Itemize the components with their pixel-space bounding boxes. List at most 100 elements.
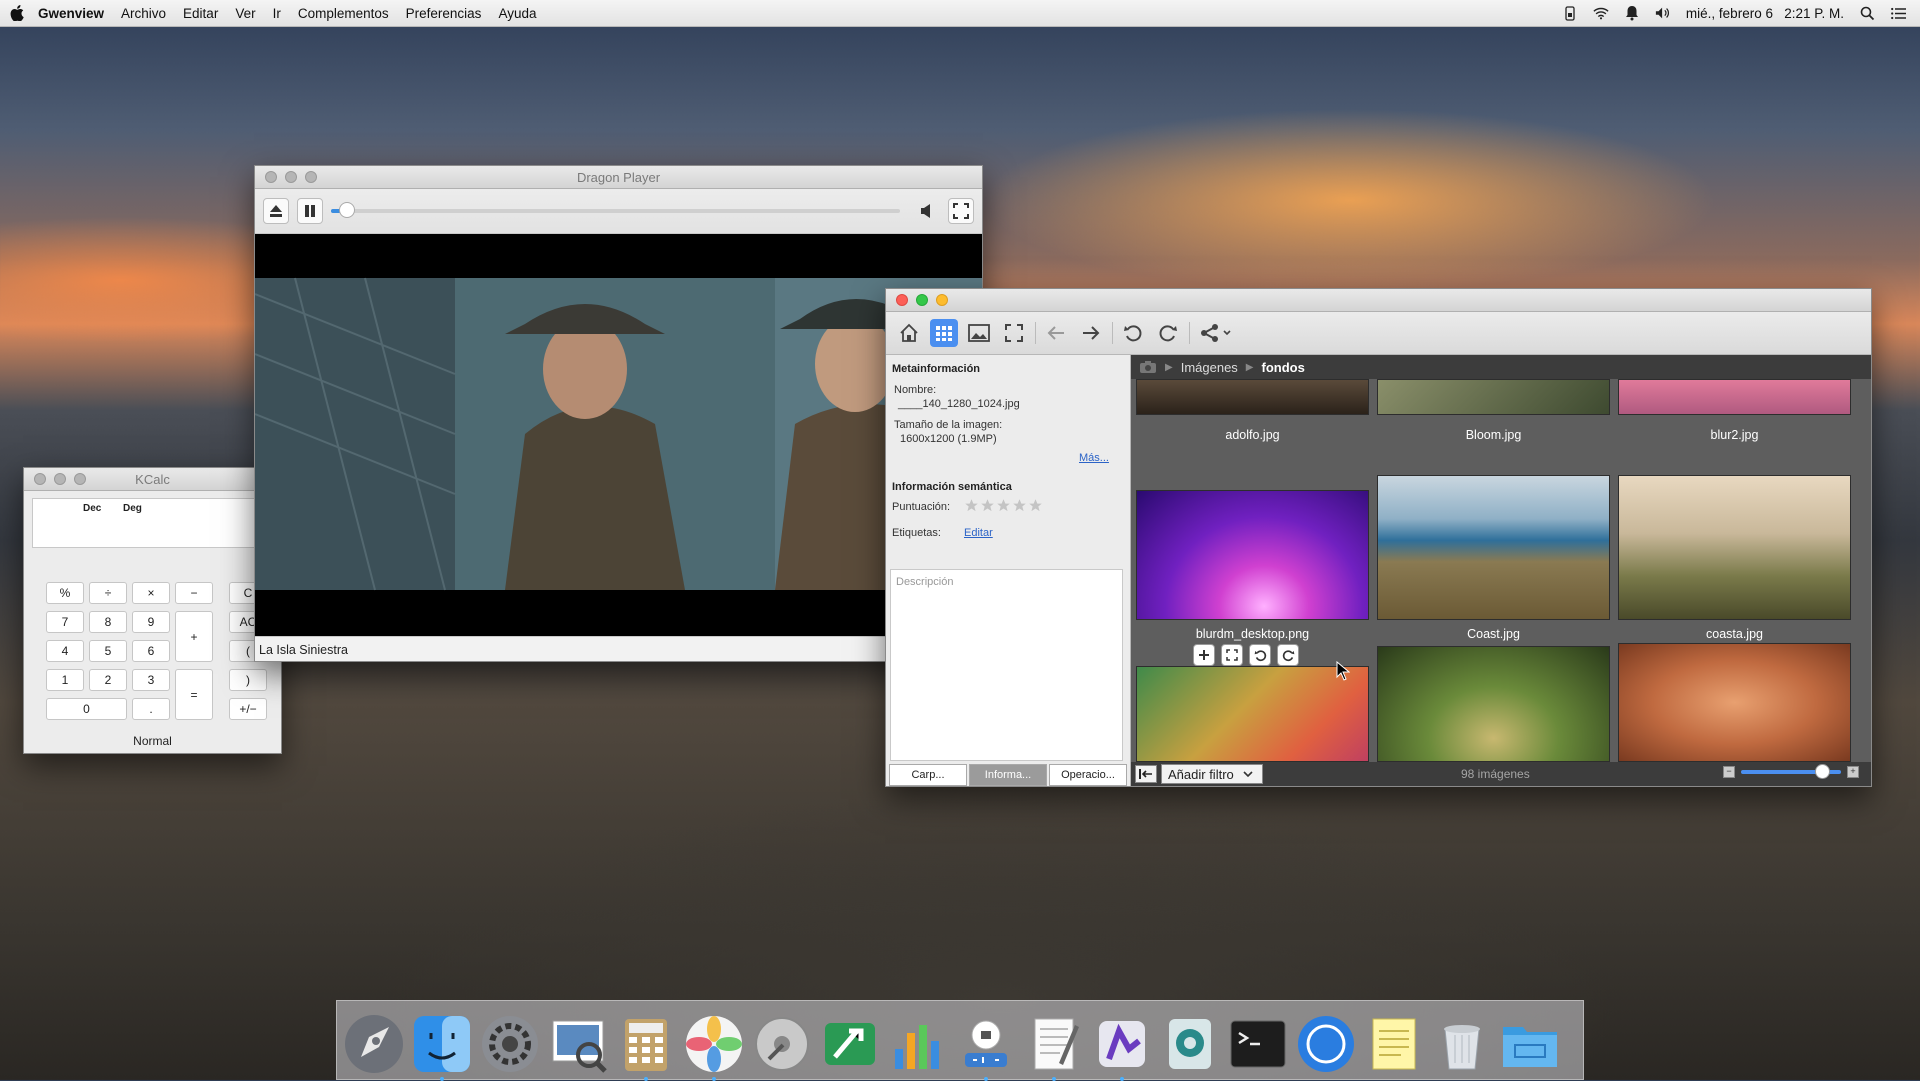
description-field[interactable]: Descripción bbox=[890, 569, 1123, 761]
calculator-icon[interactable] bbox=[615, 1013, 677, 1075]
dragon-titlebar[interactable]: Dragon Player bbox=[255, 166, 982, 189]
more-link[interactable]: Más... bbox=[1079, 452, 1109, 464]
zoom-button[interactable] bbox=[305, 171, 317, 183]
digit-9-button[interactable]: 9 bbox=[132, 611, 170, 633]
digit-4-button[interactable]: 4 bbox=[46, 640, 84, 662]
fullscreen-button[interactable] bbox=[948, 198, 974, 224]
eject-button[interactable] bbox=[263, 198, 289, 224]
finder-icon[interactable] bbox=[411, 1013, 473, 1075]
percent-button[interactable]: % bbox=[46, 582, 84, 604]
rating-stars[interactable] bbox=[964, 498, 1043, 513]
close-button[interactable] bbox=[34, 473, 46, 485]
disk-utility-icon[interactable] bbox=[751, 1013, 813, 1075]
star-icon[interactable] bbox=[980, 498, 995, 513]
video-frame[interactable] bbox=[255, 234, 982, 636]
gwenview-titlebar[interactable] bbox=[886, 289, 1871, 312]
notification-bell-icon[interactable] bbox=[1624, 5, 1640, 21]
rotate-right-thumb-button[interactable] bbox=[1277, 644, 1299, 666]
tab-folders[interactable]: Carp... bbox=[889, 764, 967, 786]
menu-editar[interactable]: Editar bbox=[183, 6, 218, 21]
minimize-button[interactable] bbox=[285, 171, 297, 183]
launchpad-icon[interactable] bbox=[343, 1013, 405, 1075]
star-icon[interactable] bbox=[964, 498, 979, 513]
camera-icon[interactable] bbox=[1139, 360, 1157, 374]
minimize-button[interactable] bbox=[54, 473, 66, 485]
menu-ver[interactable]: Ver bbox=[235, 6, 255, 21]
zoom-button[interactable] bbox=[916, 294, 928, 306]
seek-slider[interactable] bbox=[331, 202, 900, 218]
preview-icon[interactable] bbox=[547, 1013, 609, 1075]
volume-icon[interactable] bbox=[1655, 5, 1671, 21]
digit-5-button[interactable]: 5 bbox=[89, 640, 127, 662]
apple-icon[interactable] bbox=[10, 5, 24, 21]
thumbnail-gradient[interactable] bbox=[1136, 666, 1369, 762]
clock[interactable]: mié., febrero 6 2:21 P. M. bbox=[1686, 6, 1844, 21]
photos-icon[interactable] bbox=[683, 1013, 745, 1075]
folder-icon[interactable] bbox=[1499, 1013, 1561, 1075]
breadcrumb-item[interactable]: Imágenes bbox=[1181, 360, 1238, 375]
sign-toggle-button[interactable]: +/− bbox=[229, 698, 267, 720]
menu-preferencias[interactable]: Preferencias bbox=[406, 6, 482, 21]
rotate-right-button[interactable] bbox=[1154, 319, 1182, 347]
zoom-in-icon[interactable]: + bbox=[1847, 766, 1859, 778]
pause-button[interactable] bbox=[297, 198, 323, 224]
menu-ir[interactable]: Ir bbox=[273, 6, 281, 21]
menu-ayuda[interactable]: Ayuda bbox=[498, 6, 536, 21]
thumbnail-coasta[interactable] bbox=[1618, 475, 1851, 620]
menu-app-name[interactable]: Gwenview bbox=[38, 6, 104, 21]
toggle-sidebar-button[interactable] bbox=[1135, 765, 1157, 783]
breadcrumb-item-current[interactable]: fondos bbox=[1262, 360, 1305, 375]
notes-icon[interactable] bbox=[1363, 1013, 1425, 1075]
multiply-button[interactable]: × bbox=[132, 582, 170, 604]
rotate-left-button[interactable] bbox=[1119, 319, 1147, 347]
zoom-out-icon[interactable]: − bbox=[1723, 766, 1735, 778]
equals-button[interactable]: = bbox=[175, 669, 213, 720]
zoom-button[interactable] bbox=[74, 473, 86, 485]
thumbnail-adolfo[interactable] bbox=[1136, 379, 1369, 415]
plus-button[interactable]: + bbox=[175, 611, 213, 662]
thumbnail-bloom[interactable] bbox=[1377, 379, 1610, 415]
decimal-button[interactable]: . bbox=[132, 698, 170, 720]
digit-2-button[interactable]: 2 bbox=[89, 669, 127, 691]
select-button[interactable] bbox=[1193, 644, 1215, 666]
numbers-icon[interactable] bbox=[887, 1013, 949, 1075]
mute-button[interactable] bbox=[914, 198, 940, 224]
divide-button[interactable]: ÷ bbox=[89, 582, 127, 604]
tab-information[interactable]: Informa... bbox=[969, 764, 1047, 786]
menu-complementos[interactable]: Complementos bbox=[298, 6, 389, 21]
previous-button[interactable] bbox=[1042, 319, 1070, 347]
rotate-left-thumb-button[interactable] bbox=[1249, 644, 1271, 666]
close-paren-button[interactable]: ) bbox=[229, 669, 267, 691]
thumbnail-coast[interactable] bbox=[1377, 475, 1610, 620]
thumbnail-dragon[interactable] bbox=[1618, 643, 1851, 762]
seek-handle[interactable] bbox=[339, 202, 355, 218]
trash-icon[interactable] bbox=[1431, 1013, 1493, 1075]
star-icon[interactable] bbox=[996, 498, 1011, 513]
thumbnail-danbo[interactable] bbox=[1377, 646, 1610, 762]
view-button[interactable] bbox=[965, 319, 993, 347]
star-icon[interactable] bbox=[1028, 498, 1043, 513]
home-button[interactable] bbox=[895, 319, 923, 347]
kcalc-titlebar[interactable]: KCalc bbox=[24, 468, 281, 491]
search-icon[interactable] bbox=[1859, 5, 1875, 21]
share-button[interactable] bbox=[1196, 319, 1236, 347]
thumbnail-blurdm-desktop[interactable] bbox=[1136, 490, 1369, 620]
add-filter-button[interactable]: Añadir filtro bbox=[1161, 764, 1263, 784]
xcode-icon[interactable] bbox=[819, 1013, 881, 1075]
thumbnail-blur2[interactable] bbox=[1618, 379, 1851, 415]
textedit-icon[interactable] bbox=[1023, 1013, 1085, 1075]
minus-button[interactable]: − bbox=[175, 582, 213, 604]
close-button[interactable] bbox=[896, 294, 908, 306]
digit-1-button[interactable]: 1 bbox=[46, 669, 84, 691]
kde-app-icon[interactable] bbox=[1091, 1013, 1153, 1075]
zoom-track[interactable] bbox=[1741, 764, 1841, 779]
fullscreen-button[interactable] bbox=[1000, 319, 1028, 347]
wifi-icon[interactable] bbox=[1593, 5, 1609, 21]
digit-7-button[interactable]: 7 bbox=[46, 611, 84, 633]
menu-archivo[interactable]: Archivo bbox=[121, 6, 166, 21]
browse-button[interactable] bbox=[930, 319, 958, 347]
minimize-button[interactable] bbox=[936, 294, 948, 306]
terminal-icon[interactable] bbox=[1227, 1013, 1289, 1075]
sound-icon[interactable] bbox=[955, 1013, 1017, 1075]
battery-lock-icon[interactable] bbox=[1562, 5, 1578, 21]
